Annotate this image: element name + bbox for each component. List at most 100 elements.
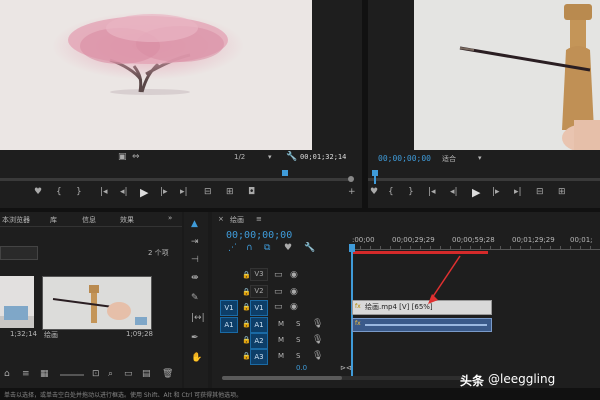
- ripple-edit-icon[interactable]: ⊣: [191, 256, 199, 265]
- track-label-v2[interactable]: V2: [250, 285, 268, 298]
- mic-icon[interactable]: 🎙: [312, 336, 323, 345]
- project-item-1[interactable]: 绘画 1;09;28: [42, 276, 153, 340]
- mic-icon[interactable]: 🎙: [312, 320, 323, 329]
- eye-icon[interactable]: ◉: [290, 303, 298, 312]
- project-search-input[interactable]: [0, 246, 38, 260]
- solo-button[interactable]: S: [296, 336, 300, 344]
- new-bin-icon[interactable]: ▭: [124, 370, 133, 379]
- out-point-icon[interactable]: }: [408, 188, 414, 197]
- step-forward-icon[interactable]: |▸: [160, 188, 168, 197]
- razor-icon[interactable]: ✎: [191, 294, 199, 303]
- trash-icon[interactable]: 🗑: [162, 370, 173, 379]
- go-to-in-icon[interactable]: |◂: [428, 188, 436, 197]
- go-to-out-icon[interactable]: ▸|: [514, 188, 522, 197]
- timeline-scroll-thumb[interactable]: [222, 376, 342, 380]
- chevron-down-icon[interactable]: ▾: [478, 154, 482, 162]
- source-scrubber-handle[interactable]: [282, 170, 288, 176]
- insert-icon[interactable]: ⊟: [204, 188, 212, 197]
- play-icon[interactable]: ▶: [472, 187, 480, 198]
- add-marker-icon[interactable]: ♥: [284, 244, 292, 253]
- timeline-tab[interactable]: × 绘画 ≡: [216, 212, 316, 226]
- program-scrubber[interactable]: [368, 170, 600, 184]
- scroll-end-handle[interactable]: [348, 176, 354, 182]
- tab-info[interactable]: 信息: [82, 215, 96, 225]
- rate-stretch-icon[interactable]: ⇼: [191, 274, 199, 283]
- captions-icon[interactable]: ⧉: [264, 244, 270, 253]
- lock-icon[interactable]: ⌂: [4, 370, 10, 379]
- playhead-handle[interactable]: [349, 244, 355, 252]
- sync-lock-icon[interactable]: ▭: [274, 303, 283, 312]
- go-to-out-icon[interactable]: ▸|: [180, 188, 188, 197]
- tab-libraries[interactable]: 库: [50, 215, 57, 225]
- source-zoom-select[interactable]: 1/2: [234, 153, 245, 161]
- chevron-down-icon[interactable]: ▾: [268, 153, 272, 161]
- track-label-a2[interactable]: A2: [250, 333, 268, 349]
- step-forward-icon[interactable]: |▸: [492, 188, 500, 197]
- lift-icon[interactable]: ⊟: [536, 188, 544, 197]
- program-fit-select[interactable]: 适合: [442, 154, 456, 164]
- timeline-menu-icon[interactable]: ≡: [256, 215, 262, 223]
- marker-icon[interactable]: ♥: [370, 188, 378, 197]
- thumbnail-0[interactable]: [0, 276, 34, 328]
- timeline-scrollbar[interactable]: [222, 376, 466, 380]
- mute-button[interactable]: M: [278, 352, 284, 360]
- overwrite-icon[interactable]: ⊞: [226, 188, 234, 197]
- tab-media-browser[interactable]: 本浏览器: [2, 215, 30, 225]
- step-back-icon[interactable]: ◂|: [120, 188, 128, 197]
- hand-icon[interactable]: ✋: [191, 354, 202, 363]
- track-header-a3: 🔒 A3 M S 🎙: [212, 348, 348, 365]
- extract-icon[interactable]: ⊞: [558, 188, 566, 197]
- eye-icon[interactable]: ◉: [290, 288, 298, 297]
- solo-button[interactable]: S: [296, 320, 300, 328]
- search-icon[interactable]: ⌕: [108, 370, 113, 379]
- step-back-icon[interactable]: ◂|: [450, 188, 458, 197]
- pen-icon[interactable]: ✒: [191, 334, 199, 343]
- source-scrubber[interactable]: [0, 170, 354, 182]
- zoom-slider[interactable]: [60, 374, 84, 376]
- camera-icon[interactable]: ◘: [248, 188, 255, 197]
- linked-selection-icon[interactable]: ∩: [246, 244, 253, 253]
- master-volume[interactable]: 0.0: [296, 364, 307, 372]
- bin-icon[interactable]: ⊡: [92, 370, 100, 379]
- track-label-v1[interactable]: V1: [250, 300, 268, 316]
- master-end-icon[interactable]: ⊳⊲: [340, 364, 352, 372]
- thumbnail-1[interactable]: [42, 276, 152, 330]
- fit-icon[interactable]: ▣: [118, 153, 127, 162]
- wrench-icon[interactable]: 🔧: [304, 244, 315, 253]
- selection-tool-icon[interactable]: ▲: [191, 220, 198, 229]
- slip-icon[interactable]: |↔|: [191, 314, 205, 323]
- out-point-icon[interactable]: }: [76, 188, 82, 197]
- play-icon[interactable]: ▶: [140, 187, 148, 198]
- source-patch-a1[interactable]: A1: [220, 317, 238, 333]
- close-icon[interactable]: ×: [218, 215, 224, 223]
- solo-button[interactable]: S: [296, 352, 300, 360]
- sync-lock-icon[interactable]: ▭: [274, 271, 283, 280]
- icon-view-icon[interactable]: ▦: [40, 370, 49, 379]
- snap-icon[interactable]: ⋰: [228, 244, 237, 253]
- in-point-icon[interactable]: {: [388, 188, 394, 197]
- mic-icon[interactable]: 🎙: [312, 352, 323, 361]
- mute-button[interactable]: M: [278, 320, 284, 328]
- settings-icon[interactable]: ⇔: [132, 153, 140, 162]
- track-label-a1[interactable]: A1: [250, 317, 268, 333]
- audio-clip[interactable]: fx: [352, 318, 492, 332]
- track-label-a3[interactable]: A3: [250, 349, 268, 365]
- source-patch-v1[interactable]: V1: [220, 300, 238, 316]
- mute-button[interactable]: M: [278, 336, 284, 344]
- sync-lock-icon[interactable]: ▭: [274, 288, 283, 297]
- new-item-icon[interactable]: ▤: [142, 370, 151, 379]
- tab-effects[interactable]: 效果: [120, 215, 134, 225]
- go-to-in-icon[interactable]: |◂: [100, 188, 108, 197]
- track-label-v3[interactable]: V3: [250, 268, 268, 281]
- marker-icon[interactable]: ♥: [34, 188, 42, 197]
- wrench-icon[interactable]: 🔧: [286, 153, 297, 162]
- more-tabs-button[interactable]: »: [168, 214, 172, 222]
- source-video-frame: [0, 0, 312, 150]
- add-button-icon[interactable]: +: [348, 188, 356, 197]
- timeline-timecode[interactable]: 00;00;00;00: [226, 230, 292, 241]
- project-item-0[interactable]: 1;32;14: [0, 276, 37, 340]
- eye-icon[interactable]: ◉: [290, 271, 298, 280]
- list-view-icon[interactable]: ≡: [22, 370, 30, 379]
- track-select-icon[interactable]: ⇥: [191, 238, 199, 247]
- in-point-icon[interactable]: {: [56, 188, 62, 197]
